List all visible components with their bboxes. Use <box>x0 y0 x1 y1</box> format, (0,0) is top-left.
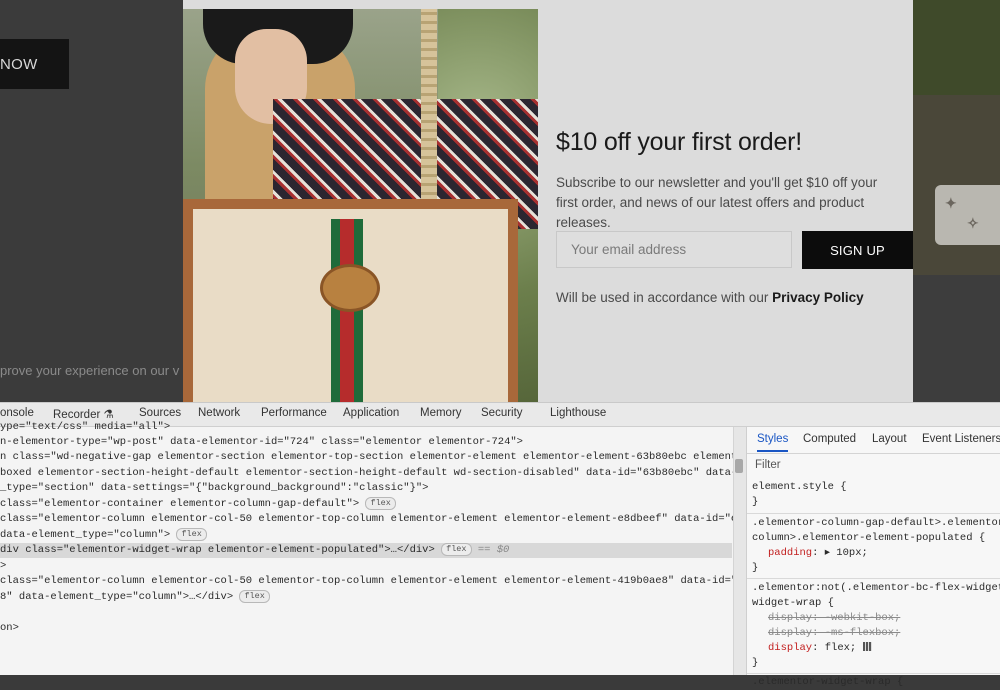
tab-computed[interactable]: Computed <box>803 433 856 445</box>
dom-node-text: n class="wd-negative-gap elementor-secti… <box>0 451 763 463</box>
dom-node-text: div class="elementor-widget-wrap element… <box>0 544 435 556</box>
promo-photo <box>183 9 538 402</box>
sign-up-button[interactable]: SIGN UP <box>802 231 913 269</box>
tab-console[interactable]: onsole <box>0 407 34 419</box>
dom-node-text: class="elementor-container elementor-col… <box>0 498 360 510</box>
elements-scroll-thumb[interactable] <box>735 459 743 473</box>
styles-tabbar: Styles Computed Layout Event Listeners <box>747 427 1000 454</box>
elements-tree: ype="text/css" media="all"> n-elementor-… <box>0 421 762 675</box>
css-brace: } <box>752 562 759 574</box>
css-selector: column>.elementor-element-populated { <box>752 532 986 544</box>
dom-node-text: ype="text/css" media="all"> <box>0 421 171 433</box>
flex-badge[interactable]: flex <box>441 543 472 556</box>
css-brace: } <box>752 496 759 508</box>
css-declaration[interactable]: padding: ▸ 10px; <box>768 546 868 561</box>
flex-badge[interactable]: flex <box>176 528 207 541</box>
email-input[interactable] <box>556 231 792 268</box>
background-bag-image: ✦ ✧ <box>935 185 1000 245</box>
css-selector: .elementor-widget-wrap { <box>752 676 904 688</box>
devtools-panel: onsole Recorder ⚗ Sources Network Perfor… <box>0 402 1000 688</box>
privacy-policy-link[interactable]: Privacy Policy <box>772 290 864 305</box>
css-selector: widget-wrap { <box>752 597 834 609</box>
dom-node-text: 8" data-element_type="column">…</div> <box>0 591 234 603</box>
dom-node-line-selected[interactable]: div class="elementor-widget-wrap element… <box>0 543 732 559</box>
dom-node-text: class="elementor-column elementor-col-50… <box>0 575 757 587</box>
flex-badge[interactable]: flex <box>365 497 396 510</box>
privacy-note: Will be used in accordance with our Priv… <box>556 290 864 305</box>
dom-node-text: data-element_type="column"> <box>0 529 171 541</box>
tab-layout[interactable]: Layout <box>872 433 907 445</box>
dom-node-text: class="elementor-column elementor-col-50… <box>0 513 757 525</box>
tab-memory[interactable]: Memory <box>420 407 462 419</box>
css-selector: element.style { <box>752 481 847 493</box>
website-viewport: NOW prove your experience on our v ✦ ✧ $… <box>0 0 1000 402</box>
dom-node-text: boxed elementor-section-height-default e… <box>0 467 738 479</box>
monogram-icon: ✦ <box>945 195 957 211</box>
background-product-image-top <box>913 0 1000 95</box>
dom-node-line[interactable]: boxed elementor-section-height-default e… <box>0 466 737 481</box>
css-brace: } <box>752 657 759 669</box>
dom-node-line[interactable]: on> <box>0 621 19 636</box>
rule-divider <box>747 578 1000 579</box>
dom-node-line[interactable]: n-elementor-type="wp-post" data-elemento… <box>0 435 523 450</box>
dom-node-line[interactable]: n class="wd-negative-gap elementor-secti… <box>0 450 762 465</box>
css-declaration-overridden[interactable]: display: -ms-flexbox; <box>768 626 900 641</box>
dom-node-line[interactable]: _type="section" data-settings="{"backgro… <box>0 481 428 496</box>
dom-node-text: _type="section" data-settings="{"backgro… <box>0 482 429 494</box>
flex-badge[interactable]: flex <box>239 590 270 603</box>
css-selector: .elementor:not(.elementor-bc-flex-widget… <box>752 582 1000 594</box>
background-strip <box>913 275 1000 402</box>
tiger-emblem-icon <box>320 264 380 312</box>
dom-node-line[interactable]: class="elementor-column elementor-col-50… <box>0 512 756 527</box>
tab-event-listeners[interactable]: Event Listeners <box>922 433 1000 445</box>
css-property: padding <box>768 547 813 559</box>
tab-application[interactable]: Application <box>343 407 399 419</box>
dom-node-text: on> <box>0 622 19 634</box>
tab-sources[interactable]: Sources <box>139 407 181 419</box>
dom-node-line[interactable]: 8" data-element_type="column">…</div> fl… <box>0 590 270 605</box>
dom-node-text: > <box>0 560 7 572</box>
popup-description: Subscribe to our newsletter and you'll g… <box>556 175 878 230</box>
background-button-label: NOW <box>0 55 38 73</box>
popup-headline: $10 off your first order! <box>556 128 803 156</box>
styles-filter-input[interactable]: Filter <box>755 459 781 471</box>
dom-node-line[interactable]: data-element_type="column"> flex <box>0 528 207 543</box>
tab-performance[interactable]: Performance <box>261 407 327 419</box>
newsletter-popup: $10 off your first order! Subscribe to o… <box>183 0 913 402</box>
dom-node-line[interactable]: ype="text/css" media="all"> <box>0 420 170 435</box>
tab-styles[interactable]: Styles <box>757 433 789 452</box>
css-property: display <box>768 642 813 654</box>
css-declaration[interactable]: display: flex; <box>768 641 872 656</box>
background-shop-button[interactable]: NOW <box>0 39 69 89</box>
tab-network[interactable]: Network <box>198 407 240 419</box>
css-selector: .elementor-column-gap-default>.elementor… <box>752 517 1000 529</box>
privacy-note-text: Will be used in accordance with our <box>556 290 773 305</box>
styles-pane: Styles Computed Layout Event Listeners F… <box>746 427 1000 688</box>
dom-node-line[interactable]: class="elementor-column elementor-col-50… <box>0 574 756 589</box>
css-value: ▸ 10px; <box>824 547 868 559</box>
bag-strap <box>421 9 437 219</box>
dom-node-line[interactable]: > <box>0 559 6 574</box>
cookie-notice-text: prove your experience on our v <box>0 363 180 378</box>
tab-security[interactable]: Security <box>481 407 523 419</box>
tab-lighthouse[interactable]: Lighthouse <box>550 407 606 419</box>
dom-node-text: n-elementor-type="wp-post" data-elemento… <box>0 436 523 448</box>
css-value: flex; <box>824 642 857 654</box>
css-declaration-overridden[interactable]: display: -webkit-box; <box>768 611 900 626</box>
monogram-icon: ✧ <box>967 215 979 231</box>
flex-editor-icon[interactable] <box>862 642 872 651</box>
rule-divider <box>747 513 1000 514</box>
dom-node-line[interactable]: class="elementor-container elementor-col… <box>0 497 396 512</box>
tab-recorder[interactable]: Recorder ⚗ <box>53 407 114 421</box>
selected-node-marker: == $0 <box>477 544 510 556</box>
